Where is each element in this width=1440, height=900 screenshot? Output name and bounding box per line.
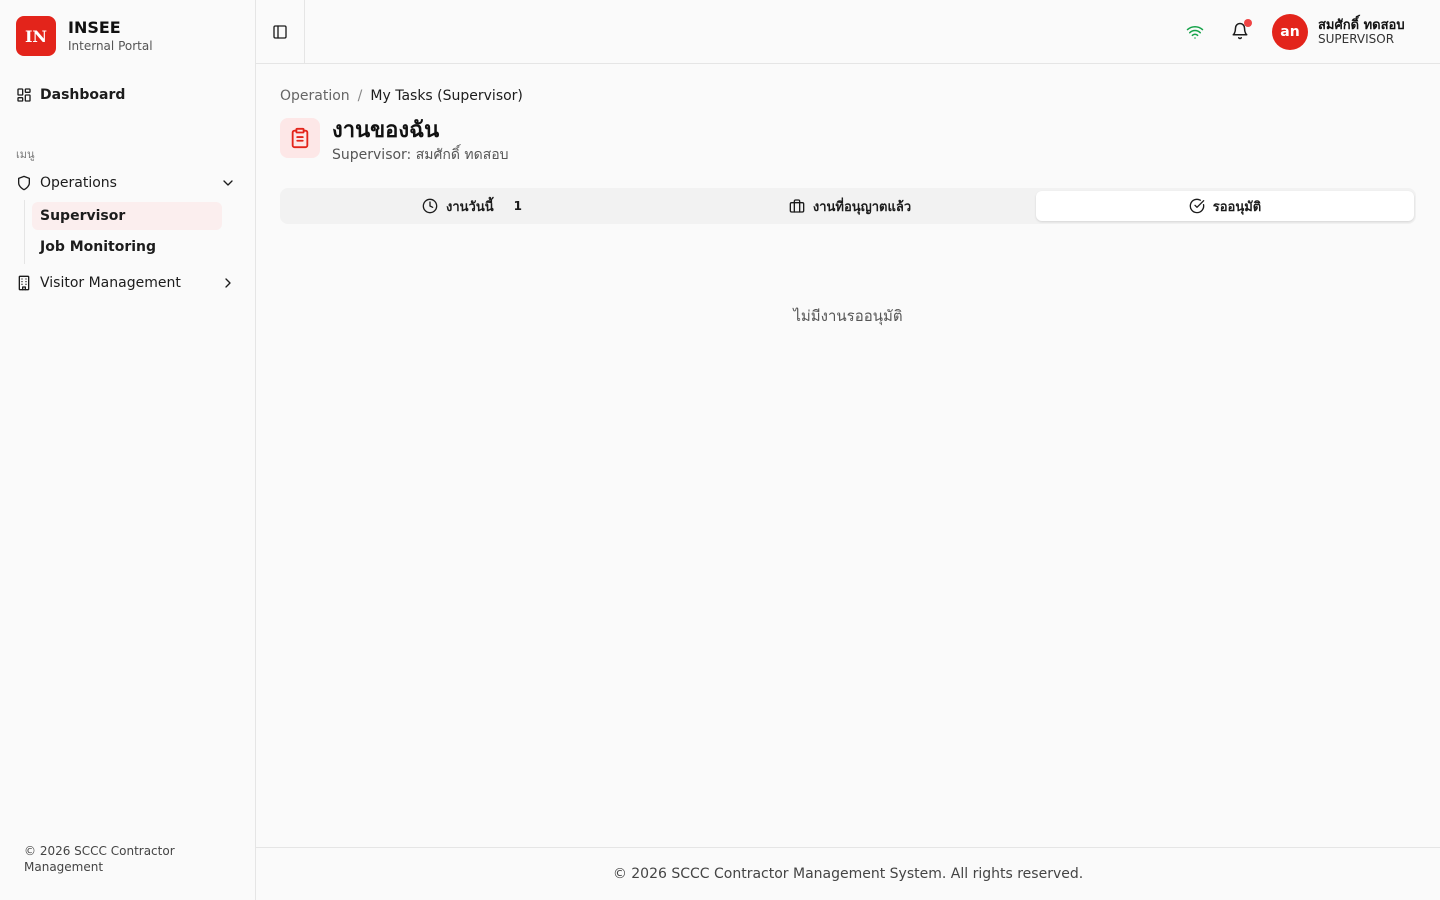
sidebar-item-supervisor[interactable]: Supervisor (32, 202, 222, 230)
tab-label: งานที่อนุญาตแล้ว (812, 199, 912, 215)
sidebar-item-job-monitoring[interactable]: Job Monitoring (32, 233, 222, 261)
user-role: SUPERVISOR (1318, 32, 1395, 46)
shield-icon (18, 175, 30, 191)
sidebar-item-dashboard[interactable]: Dashboard (8, 80, 240, 110)
sidebar-footer: © 2026 SCCC Contractor Management (24, 844, 175, 874)
submenu-guide-line (24, 200, 25, 264)
top-header: an สมศักดิ์ ทดสอบ SUPERVISOR (256, 0, 1440, 64)
clock-icon (422, 198, 438, 214)
brand-text: INSEE Internal Portal (68, 18, 153, 54)
tab-label: งานวันนี้ (446, 199, 494, 215)
breadcrumb-separator: / (357, 88, 363, 104)
sidebar: IN INSEE Internal Portal Dashboard เมนู … (0, 0, 256, 900)
panel-left-icon (273, 25, 287, 39)
sidebar-item-label: Visitor Management (40, 275, 181, 291)
notification-dot (1244, 19, 1252, 27)
task-tabs: งานวันนี้ 1 งานที่อนุญาตแล้ว รออนุมัติ (280, 188, 1416, 224)
page-title: งานของฉัน (332, 118, 440, 143)
dashboard-icon (17, 88, 31, 102)
sidebar-item-label: Operations (40, 175, 117, 191)
brand-subtitle: Internal Portal (68, 39, 153, 53)
sidebar-item-label: Dashboard (40, 87, 126, 103)
tab-count: 1 (513, 199, 522, 213)
check-circle-icon (1189, 198, 1205, 214)
brand-name: INSEE (68, 18, 121, 37)
brand[interactable]: IN INSEE Internal Portal (16, 16, 153, 56)
chevron-right-icon (225, 278, 231, 288)
breadcrumb-parent[interactable]: Operation (280, 88, 350, 104)
tab-today[interactable]: งานวันนี้ 1 (283, 191, 661, 221)
tab-label: รออนุมัติ (1212, 199, 1262, 215)
avatar[interactable]: an (1272, 14, 1308, 50)
empty-state-message: ไม่มีงานรออนุมัติ (793, 307, 903, 325)
clipboard-icon (280, 118, 320, 158)
sidebar-toggle-button[interactable] (256, 0, 305, 64)
page-subtitle: Supervisor: สมศักดิ์ ทดสอบ (332, 147, 509, 163)
tab-approved[interactable]: งานที่อนุญาตแล้ว (661, 191, 1039, 221)
briefcase-icon (789, 199, 805, 213)
menu-section-label: เมนู (16, 148, 35, 161)
chevron-down-icon (223, 180, 233, 186)
sidebar-item-visitor-management[interactable]: Visitor Management (8, 268, 240, 298)
breadcrumb-current: My Tasks (Supervisor) (370, 88, 523, 104)
building-icon (18, 275, 30, 291)
breadcrumb: Operation / My Tasks (Supervisor) (280, 88, 523, 104)
tab-pending-approval[interactable]: รออนุมัติ (1036, 191, 1414, 221)
brand-logo: IN (16, 16, 56, 56)
wifi-icon (1186, 25, 1204, 39)
sidebar-item-operations[interactable]: Operations (8, 168, 240, 198)
page-footer: © 2026 SCCC Contractor Management System… (256, 847, 1440, 900)
